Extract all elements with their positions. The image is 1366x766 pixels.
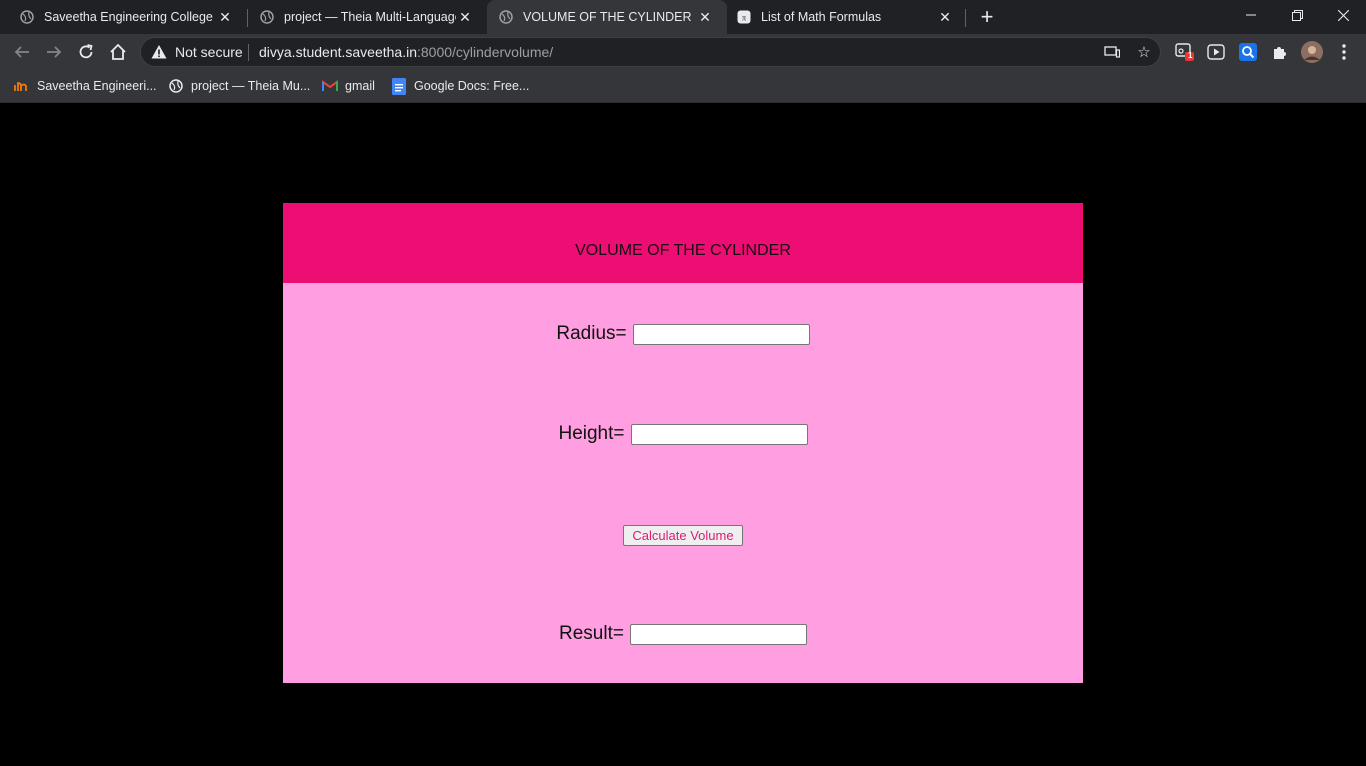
bookmark-label: Google Docs: Free...: [414, 79, 530, 93]
tab-strip: Saveetha Engineering College ✕ project —…: [0, 0, 1366, 34]
button-row: Calculate Volume: [283, 525, 1083, 546]
result-label: Result=: [559, 623, 624, 644]
warning-icon[interactable]: [151, 44, 167, 60]
extension-play-icon[interactable]: [1206, 42, 1226, 62]
back-arrow-icon[interactable]: [10, 40, 34, 64]
url-path: :8000/cylindervolume/: [417, 44, 554, 60]
tab-cylinder-volume[interactable]: VOLUME OF THE CYLINDER ✕: [487, 0, 727, 34]
tab-theia[interactable]: project — Theia Multi-Language ✕: [240, 0, 487, 34]
calculate-volume-button[interactable]: Calculate Volume: [623, 525, 743, 546]
address-bar[interactable]: Not secure divya.student.saveetha.in:800…: [140, 37, 1161, 67]
bookmark-google-docs[interactable]: Google Docs: Free...: [391, 76, 529, 96]
profile-avatar[interactable]: [1301, 41, 1323, 63]
extension-search-icon[interactable]: [1238, 42, 1258, 62]
restore-icon[interactable]: [1274, 0, 1320, 30]
close-tab-icon[interactable]: ✕: [937, 9, 953, 25]
tab-separator: [965, 9, 966, 27]
bookmark-theia[interactable]: project — Theia Mu...: [168, 76, 310, 96]
security-label[interactable]: Not secure: [175, 44, 243, 60]
omnibox-divider: [248, 44, 249, 61]
tab-title: Saveetha Engineering College: [44, 10, 213, 24]
gmail-icon: [322, 78, 338, 94]
height-label: Height=: [558, 423, 625, 444]
extension-badge: 1: [1188, 51, 1193, 60]
close-tab-icon[interactable]: ✕: [697, 9, 713, 25]
globe-icon: [168, 78, 184, 94]
bookmark-label: project — Theia Mu...: [191, 79, 311, 93]
tab-title: project — Theia Multi-Language: [284, 10, 456, 24]
height-row: Height=: [283, 423, 1083, 445]
result-row: Result=: [283, 623, 1083, 645]
card-header: VOLUME OF THE CYLINDER: [283, 203, 1083, 283]
globe-icon: [20, 10, 34, 24]
page-viewport: VOLUME OF THE CYLINDER Radius= Height= C…: [0, 103, 1366, 766]
forward-arrow-icon[interactable]: [42, 40, 66, 64]
bookmark-saveetha[interactable]: Saveetha Engineeri...: [14, 76, 157, 96]
new-tab-plus-icon[interactable]: +: [976, 6, 998, 28]
radius-row: Radius=: [283, 323, 1083, 345]
tab-saveetha[interactable]: Saveetha Engineering College ✕: [0, 0, 247, 34]
bookmark-star-icon[interactable]: ☆: [1135, 43, 1153, 61]
extensions-puzzle-icon[interactable]: [1270, 42, 1290, 62]
globe-icon: [499, 10, 513, 24]
url-text[interactable]: divya.student.saveetha.in:8000/cylinderv…: [259, 44, 553, 60]
radius-input[interactable]: [632, 323, 810, 345]
url-host: divya.student.saveetha.in: [259, 44, 417, 60]
height-input[interactable]: [630, 423, 808, 445]
math-site-icon: π: [737, 10, 751, 24]
bookmark-gmail[interactable]: gmail: [322, 76, 375, 96]
globe-icon: [260, 10, 274, 24]
calculator-card: VOLUME OF THE CYLINDER Radius= Height= C…: [283, 203, 1083, 683]
google-docs-icon: [391, 77, 407, 95]
bookmark-label: Saveetha Engineeri...: [37, 79, 157, 93]
browser-toolbar: Not secure divya.student.saveetha.in:800…: [0, 34, 1366, 70]
browser-menu-icon[interactable]: [1334, 42, 1354, 62]
minimize-icon[interactable]: [1228, 0, 1274, 30]
close-window-icon[interactable]: [1320, 0, 1366, 30]
tab-title: List of Math Formulas: [761, 10, 882, 24]
tab-title: VOLUME OF THE CYLINDER: [523, 10, 692, 24]
radius-label: Radius=: [556, 323, 627, 344]
close-tab-icon[interactable]: ✕: [457, 9, 473, 25]
home-icon[interactable]: [106, 40, 130, 64]
extension-screen-icon[interactable]: 1: [1175, 42, 1195, 62]
cast-icon[interactable]: [1103, 43, 1121, 61]
result-input[interactable]: [629, 623, 807, 645]
saveetha-logo-icon: [14, 78, 30, 94]
bookmark-label: gmail: [345, 79, 375, 93]
bookmarks-bar: Saveetha Engineeri... project — Theia Mu…: [0, 70, 1366, 103]
tab-math-formulas[interactable]: π List of Math Formulas ✕: [727, 0, 967, 34]
svg-text:π: π: [742, 14, 746, 23]
reload-icon[interactable]: [74, 40, 98, 64]
close-tab-icon[interactable]: ✕: [217, 9, 233, 25]
page-title: VOLUME OF THE CYLINDER: [575, 242, 791, 259]
